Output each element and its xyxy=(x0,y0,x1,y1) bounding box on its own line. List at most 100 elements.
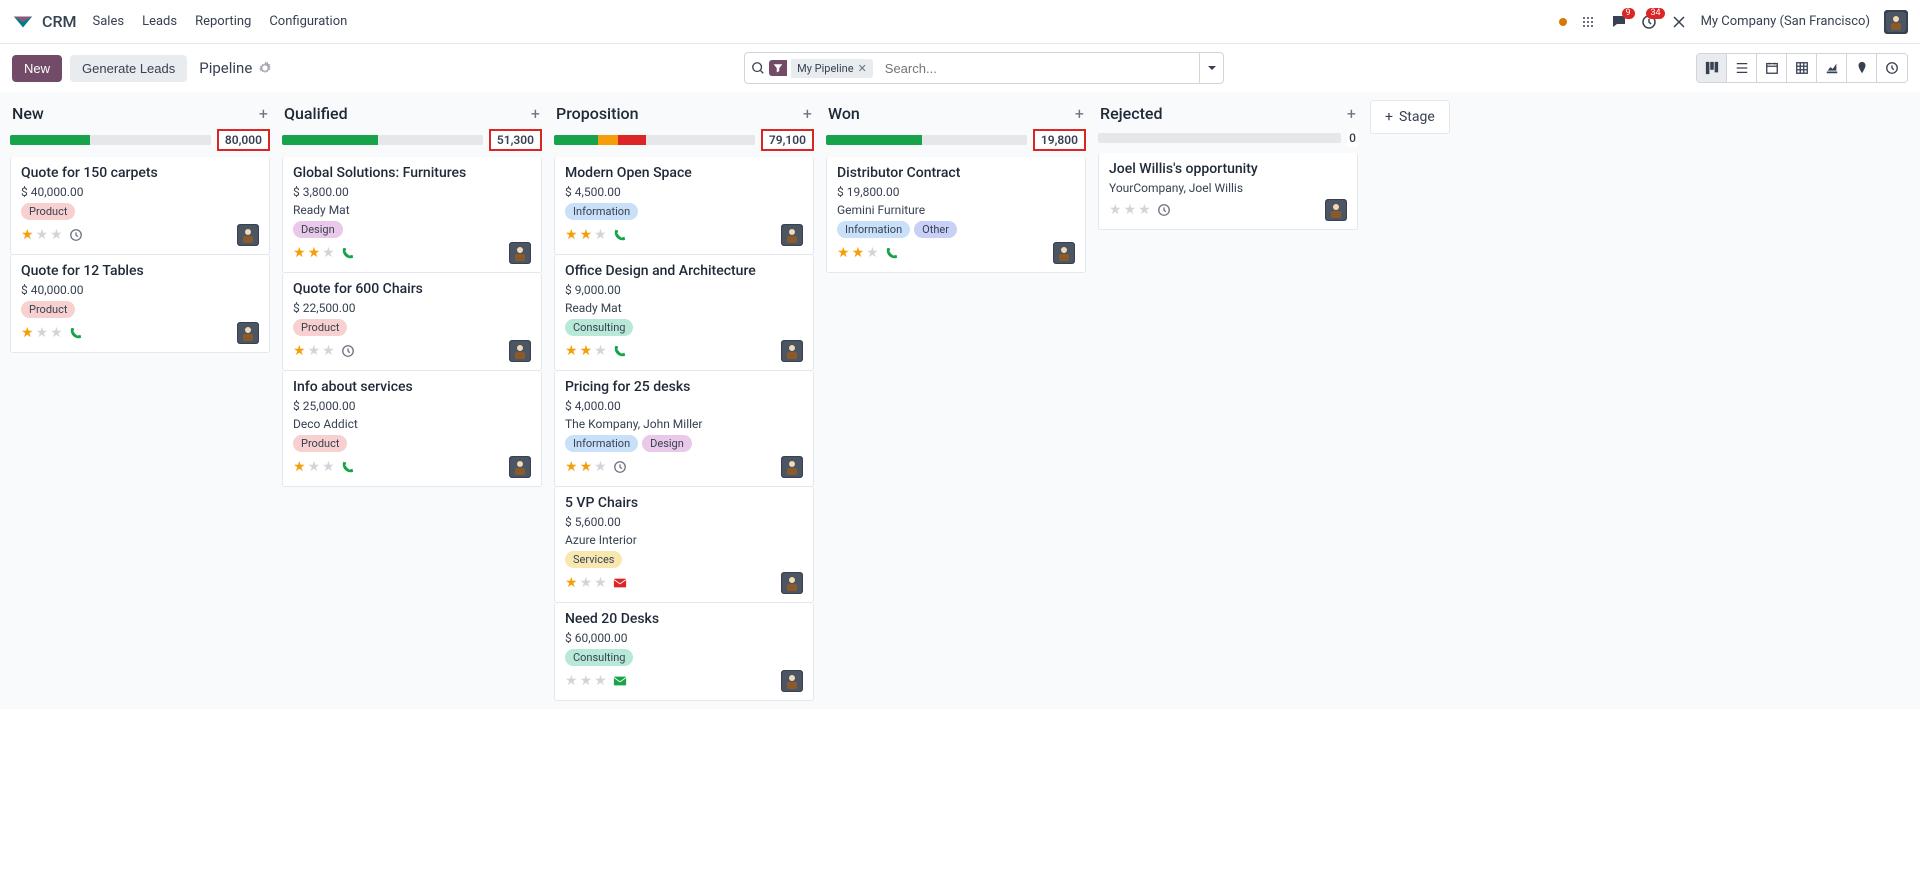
assignee-avatar[interactable] xyxy=(781,572,803,594)
star-icon[interactable]: ★ xyxy=(594,673,607,689)
activity-indicator-icon[interactable] xyxy=(1157,203,1171,217)
star-icon[interactable]: ★ xyxy=(594,459,607,475)
star-icon[interactable]: ★ xyxy=(322,343,335,359)
kanban-card[interactable]: Global Solutions: Furnitures $ 3,800.00 … xyxy=(282,157,542,273)
assignee-avatar[interactable] xyxy=(781,456,803,478)
assignee-avatar[interactable] xyxy=(781,340,803,362)
star-icon[interactable]: ★ xyxy=(293,343,306,359)
menu-configuration[interactable]: Configuration xyxy=(269,14,347,29)
kanban-card[interactable]: Joel Willis's opportunity YourCompany, J… xyxy=(1098,153,1358,230)
filter-chip[interactable]: My Pipeline ✕ xyxy=(791,59,873,78)
star-icon[interactable]: ★ xyxy=(308,459,321,475)
kanban-card[interactable]: Pricing for 25 desks $ 4,000.00 The Komp… xyxy=(554,371,814,487)
tools-icon[interactable] xyxy=(1671,14,1687,30)
kanban-card[interactable]: Need 20 Desks $ 60,000.00 Consulting ★★★ xyxy=(554,603,814,701)
star-icon[interactable]: ★ xyxy=(293,459,306,475)
star-icon[interactable]: ★ xyxy=(36,227,49,243)
activity-indicator-icon[interactable] xyxy=(69,326,83,340)
star-icon[interactable]: ★ xyxy=(866,245,879,261)
assignee-avatar[interactable] xyxy=(237,224,259,246)
assignee-avatar[interactable] xyxy=(1053,242,1075,264)
star-icon[interactable]: ★ xyxy=(580,459,593,475)
star-icon[interactable]: ★ xyxy=(580,575,593,591)
activity-icon[interactable]: 34 xyxy=(1641,14,1657,30)
star-icon[interactable]: ★ xyxy=(322,459,335,475)
star-icon[interactable]: ★ xyxy=(580,343,593,359)
kanban-card[interactable]: 5 VP Chairs $ 5,600.00 Azure Interior Se… xyxy=(554,487,814,603)
column-add-icon[interactable]: + xyxy=(803,104,812,123)
kanban-card[interactable]: Quote for 600 Chairs $ 22,500.00 Product… xyxy=(282,273,542,371)
star-icon[interactable]: ★ xyxy=(580,227,593,243)
star-icon[interactable]: ★ xyxy=(50,325,63,341)
activity-indicator-icon[interactable] xyxy=(613,228,627,242)
star-icon[interactable]: ★ xyxy=(21,325,34,341)
star-icon[interactable]: ★ xyxy=(50,227,63,243)
gear-icon[interactable] xyxy=(258,61,272,75)
kanban-card[interactable]: Info about services $ 25,000.00 Deco Add… xyxy=(282,371,542,487)
company-switcher[interactable]: My Company (San Francisco) xyxy=(1701,14,1870,29)
menu-sales[interactable]: Sales xyxy=(93,14,125,29)
star-icon[interactable]: ★ xyxy=(308,343,321,359)
star-icon[interactable]: ★ xyxy=(322,245,335,261)
kanban-card[interactable]: Office Design and Architecture $ 9,000.0… xyxy=(554,255,814,371)
grid-icon[interactable] xyxy=(1581,14,1597,30)
kanban-card[interactable]: Modern Open Space $ 4,500.00 Information… xyxy=(554,157,814,255)
assignee-avatar[interactable] xyxy=(781,224,803,246)
menu-leads[interactable]: Leads xyxy=(142,14,177,29)
star-icon[interactable]: ★ xyxy=(837,245,850,261)
view-kanban-button[interactable] xyxy=(1697,54,1727,82)
add-stage-button[interactable]: +Stage xyxy=(1370,100,1450,134)
view-pivot-button[interactable] xyxy=(1787,54,1817,82)
star-icon[interactable]: ★ xyxy=(565,343,578,359)
star-icon[interactable]: ★ xyxy=(565,575,578,591)
star-icon[interactable]: ★ xyxy=(565,459,578,475)
user-avatar[interactable] xyxy=(1884,10,1908,34)
view-graph-button[interactable] xyxy=(1817,54,1847,82)
star-icon[interactable]: ★ xyxy=(852,245,865,261)
view-activity-button[interactable] xyxy=(1877,54,1907,82)
activity-indicator-icon[interactable] xyxy=(613,460,627,474)
star-icon[interactable]: ★ xyxy=(565,227,578,243)
assignee-avatar[interactable] xyxy=(237,322,259,344)
activity-indicator-icon[interactable] xyxy=(69,228,83,242)
kanban-card[interactable]: Quote for 150 carpets $ 40,000.00 Produc… xyxy=(10,157,270,255)
activity-indicator-icon[interactable] xyxy=(341,246,355,260)
kanban-card[interactable]: Distributor Contract $ 19,800.00 Gemini … xyxy=(826,157,1086,273)
chat-icon[interactable]: 9 xyxy=(1611,14,1627,30)
star-icon[interactable]: ★ xyxy=(565,673,578,689)
assignee-avatar[interactable] xyxy=(509,456,531,478)
close-icon[interactable]: ✕ xyxy=(858,62,867,75)
star-icon[interactable]: ★ xyxy=(594,227,607,243)
star-icon[interactable]: ★ xyxy=(594,575,607,591)
search-dropdown-toggle[interactable] xyxy=(1199,53,1223,83)
star-icon[interactable]: ★ xyxy=(580,673,593,689)
star-icon[interactable]: ★ xyxy=(293,245,306,261)
search-box[interactable]: My Pipeline ✕ xyxy=(744,52,1224,84)
activity-indicator-icon[interactable] xyxy=(341,460,355,474)
view-list-button[interactable] xyxy=(1727,54,1757,82)
column-add-icon[interactable]: + xyxy=(531,104,540,123)
new-button[interactable]: New xyxy=(12,55,62,82)
star-icon[interactable]: ★ xyxy=(21,227,34,243)
assignee-avatar[interactable] xyxy=(509,340,531,362)
assignee-avatar[interactable] xyxy=(1325,199,1347,221)
star-icon[interactable]: ★ xyxy=(308,245,321,261)
column-add-icon[interactable]: + xyxy=(1075,104,1084,123)
search-input[interactable] xyxy=(879,57,1199,80)
column-add-icon[interactable]: + xyxy=(1347,104,1356,123)
column-add-icon[interactable]: + xyxy=(259,104,268,123)
star-icon[interactable]: ★ xyxy=(1124,202,1137,218)
view-calendar-button[interactable] xyxy=(1757,54,1787,82)
assignee-avatar[interactable] xyxy=(509,242,531,264)
activity-indicator-icon[interactable] xyxy=(613,576,627,590)
activity-indicator-icon[interactable] xyxy=(885,246,899,260)
kanban-card[interactable]: Quote for 12 Tables $ 40,000.00 Product … xyxy=(10,255,270,353)
activity-indicator-icon[interactable] xyxy=(341,344,355,358)
activity-indicator-icon[interactable] xyxy=(613,344,627,358)
star-icon[interactable]: ★ xyxy=(1138,202,1151,218)
menu-reporting[interactable]: Reporting xyxy=(195,14,251,29)
generate-leads-button[interactable]: Generate Leads xyxy=(70,55,187,82)
star-icon[interactable]: ★ xyxy=(594,343,607,359)
assignee-avatar[interactable] xyxy=(781,670,803,692)
star-icon[interactable]: ★ xyxy=(1109,202,1122,218)
